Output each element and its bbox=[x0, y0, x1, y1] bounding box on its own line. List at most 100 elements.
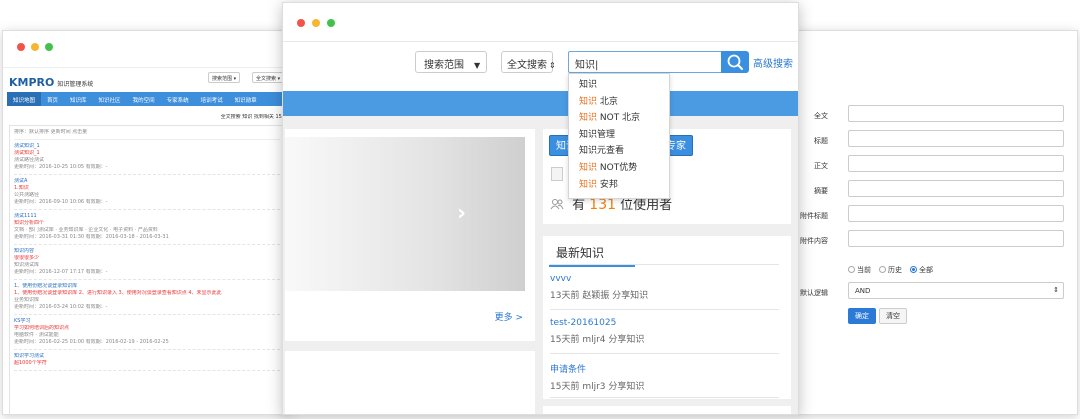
form-row: 正文 bbox=[795, 155, 1077, 175]
news-meta: 13天前 赵颖振 分享知识 bbox=[550, 291, 649, 301]
suggestion-item[interactable]: 知识 NOT 北京 bbox=[569, 110, 669, 127]
nav-item[interactable]: 知识地图 bbox=[7, 92, 42, 106]
suggestion-highlight: 知识 bbox=[579, 113, 598, 124]
result-item: 1、使用份赔况谈登录知识库 1、使用份赔况谈登录知识库 2、进行知识录入 3、使用… bbox=[14, 280, 280, 315]
center-window: 搜索范围 ▼ 全文搜索 ⇕ 知识| 高级搜索 › 更多 > 知识 专家 有 13… bbox=[282, 2, 799, 415]
latest-knowledge-panel: 最新知识 vvvv 13天前 赵颖振 分享知识 test-20161025 15天前 … bbox=[543, 236, 791, 399]
news-meta: 15天前 mljr3 分享知识 bbox=[550, 382, 645, 392]
suggestion-highlight: 知识 bbox=[579, 162, 598, 173]
radio-history[interactable]: 历史 bbox=[879, 265, 902, 275]
nav-item[interactable]: 我的空间 bbox=[127, 92, 161, 106]
field-input[interactable] bbox=[848, 180, 1064, 197]
result-title[interactable]: 测试A bbox=[14, 178, 280, 185]
field-label: 附件标题 bbox=[800, 212, 828, 220]
radio-icon bbox=[848, 266, 855, 273]
result-meta: 更新时间：2016-10-25 10:05 有效期：- bbox=[14, 164, 108, 170]
field-input[interactable] bbox=[848, 130, 1064, 147]
field-input[interactable] bbox=[848, 155, 1064, 172]
search-suggestions: 知识 知识 北京 知识 NOT 北京 知识管理 知识元查看 知识 NOT优势 知识 安邦 bbox=[568, 73, 670, 199]
lower-right-panel bbox=[543, 406, 791, 414]
suggestion-text: 安邦 bbox=[597, 179, 618, 190]
carousel-slide[interactable]: › bbox=[285, 137, 525, 291]
result-item: 测试知识_1 测试知识_1 测试路径测试 更新时间：2016-10-25 10:05 … bbox=[14, 140, 280, 175]
suggestion-text: 知识管理 bbox=[579, 129, 616, 140]
radio-all[interactable]: 全部 bbox=[910, 265, 933, 275]
result-title[interactable]: 测试1111 bbox=[14, 213, 280, 220]
radio-icon bbox=[879, 266, 886, 273]
results-box: 排序：默认排序 更新时间 点击量 测试知识_1 测试知识_1 测试路径测试 更新时间：… bbox=[9, 125, 285, 414]
nav-item[interactable]: 知识库 bbox=[64, 92, 93, 106]
suggestion-text: NOT 北京 bbox=[597, 113, 641, 124]
field-label: 摘要 bbox=[814, 187, 828, 195]
suggestion-item[interactable]: 知识 北京 bbox=[569, 94, 669, 111]
confirm-button[interactable]: 确定 bbox=[848, 308, 876, 324]
suggestion-item[interactable]: 知识 安邦 bbox=[569, 177, 669, 194]
result-snippet: 学习如何培训后的知识点 bbox=[14, 325, 70, 331]
result-meta: 更新时间：2016-03-24 10:02 有效期：- bbox=[14, 304, 108, 310]
mode-select[interactable]: 全文搜索 ⇕ bbox=[501, 51, 556, 73]
nav-item[interactable]: 培训考试 bbox=[195, 92, 229, 106]
result-title[interactable]: KS学习 bbox=[14, 318, 280, 325]
result-item: 知识学习测试 超1000个字符 bbox=[14, 350, 280, 371]
news-title[interactable]: vvvv bbox=[550, 274, 779, 284]
maximize-dot-icon[interactable] bbox=[327, 19, 335, 27]
field-label: 正文 bbox=[814, 162, 828, 170]
result-snippet: 超1000个字符 bbox=[14, 360, 47, 366]
news-item: test-20161025 15天前 mljr4 分享知识 bbox=[550, 312, 779, 354]
window-controls bbox=[297, 19, 335, 27]
logic-label: 默认逻辑 bbox=[800, 289, 828, 297]
minimize-dot-icon[interactable] bbox=[312, 19, 320, 27]
maximize-dot-icon[interactable] bbox=[45, 43, 53, 51]
form-row: 附件标题 bbox=[795, 205, 1077, 225]
left-window: KMPRO 知识管理系统 搜索范围 ▾ 全文搜索 ▾ 知识地图 首页 知识库 知识… bbox=[2, 30, 292, 415]
suggestion-item[interactable]: 知识 NOT优势 bbox=[569, 160, 669, 177]
close-dot-icon[interactable] bbox=[297, 19, 305, 27]
nav-item[interactable]: 专家系统 bbox=[161, 92, 195, 106]
form-row: 摘要 bbox=[795, 180, 1077, 200]
radio-current[interactable]: 当前 bbox=[848, 265, 871, 275]
suggestion-item[interactable]: 知识元查看 bbox=[569, 143, 669, 160]
search-input[interactable]: 知识| bbox=[568, 51, 722, 73]
nav-item[interactable]: 知识勋章 bbox=[229, 92, 263, 106]
result-title[interactable]: 1、使用份赔况谈登录知识库 bbox=[14, 283, 280, 290]
search-button[interactable] bbox=[721, 51, 749, 73]
result-meta: 更新时间：2016-12-07 17:17 有效期：- bbox=[14, 269, 108, 275]
suggestion-item[interactable]: 知识管理 bbox=[569, 127, 669, 144]
document-icon bbox=[551, 167, 563, 181]
users-icon bbox=[550, 199, 564, 210]
form-row: 附件内容 bbox=[795, 230, 1077, 250]
scope-select[interactable]: 搜索范围 ▾ bbox=[208, 72, 241, 83]
clear-button[interactable]: 清空 bbox=[879, 308, 907, 324]
field-input[interactable] bbox=[848, 105, 1064, 122]
news-title[interactable]: 申请条件 bbox=[550, 362, 779, 375]
result-title[interactable]: 知识内容 bbox=[14, 248, 280, 255]
result-path: 公共测路径 bbox=[14, 192, 40, 198]
news-title[interactable]: test-20161025 bbox=[550, 318, 779, 328]
version-radio-group: 当前 历史 全部 bbox=[848, 265, 933, 275]
result-item: 知识内容 很很很多少 知识测试库 更新时间：2016-12-07 17:17 有效期：… bbox=[14, 245, 280, 280]
result-title[interactable]: 测试知识_1 bbox=[14, 143, 280, 150]
minimize-dot-icon[interactable] bbox=[31, 43, 39, 51]
field-label: 全文 bbox=[814, 112, 828, 120]
user-count-number: 131 bbox=[589, 197, 617, 213]
sort-bar[interactable]: 排序：默认排序 更新时间 点击量 bbox=[14, 129, 280, 140]
field-input[interactable] bbox=[848, 230, 1064, 247]
field-input[interactable] bbox=[848, 205, 1064, 222]
news-item: 申请条件 15天前 mljr3 分享知识 bbox=[550, 356, 779, 398]
close-dot-icon[interactable] bbox=[17, 43, 25, 51]
logic-select[interactable]: AND ⇕ bbox=[848, 282, 1064, 299]
result-item: 测试A 1.知识 公共测路径 更新时间：2016-09-10 10:06 有效期：- bbox=[14, 175, 280, 210]
nav-item[interactable]: 知识社区 bbox=[93, 92, 127, 106]
result-path: 电脑软件 · 测试能能 bbox=[14, 332, 59, 338]
more-link[interactable]: 更多 > bbox=[495, 310, 523, 323]
search-icon bbox=[727, 54, 743, 70]
suggestion-text: 知识 bbox=[579, 80, 598, 90]
advanced-search-link[interactable]: 高级搜索 bbox=[753, 55, 793, 70]
chevron-right-icon[interactable]: › bbox=[457, 201, 466, 226]
suggestion-item[interactable]: 知识 bbox=[569, 77, 669, 94]
nav-item[interactable]: 首页 bbox=[41, 92, 64, 106]
suggestion-text: 知识元查看 bbox=[579, 146, 625, 157]
mode-select[interactable]: 全文搜索 ▾ bbox=[252, 72, 285, 83]
scope-select[interactable]: 搜索范围 ▼ bbox=[415, 51, 487, 73]
result-title[interactable]: 知识学习测试 bbox=[14, 353, 280, 360]
